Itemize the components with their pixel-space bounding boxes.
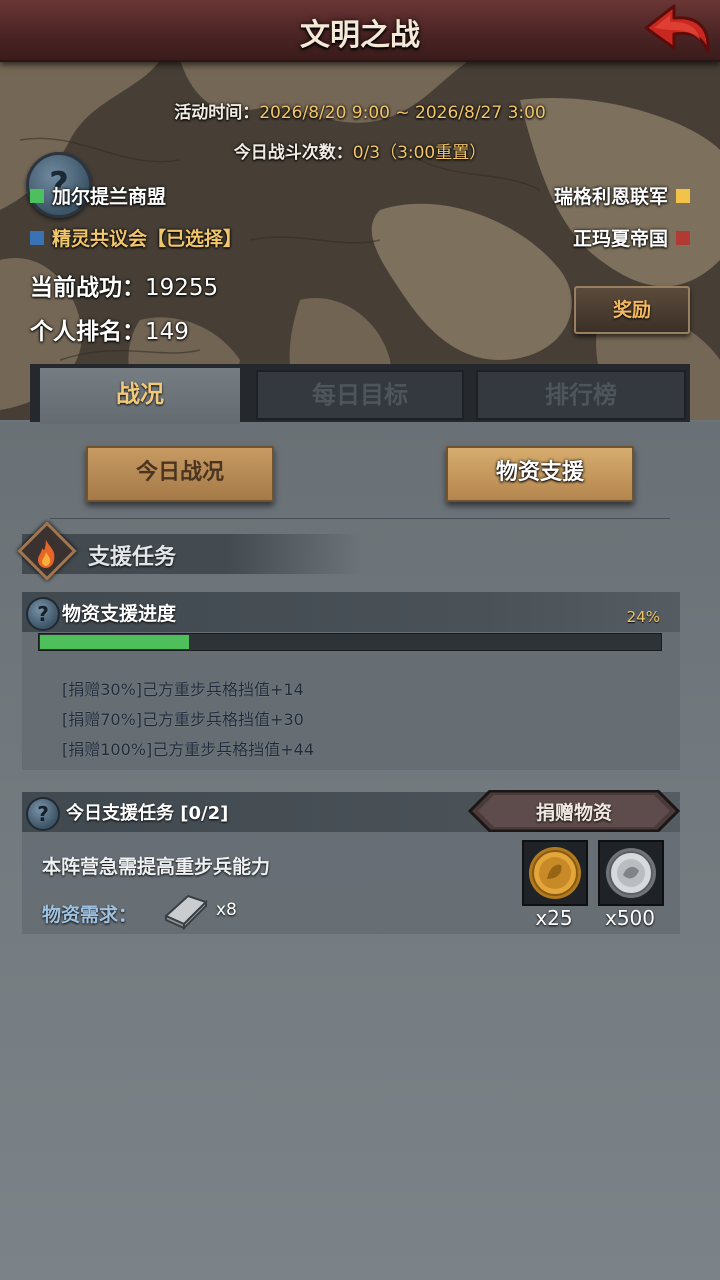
help-icon[interactable]: ? xyxy=(26,797,60,831)
donate-button[interactable]: 捐赠物资 xyxy=(468,790,680,832)
faction-regrien: 瑞格利恩联军 xyxy=(554,182,690,209)
donate-button-label: 捐赠物资 xyxy=(535,802,612,824)
personal-rank: 个人排名：149 xyxy=(30,312,189,346)
reward-item-gold[interactable] xyxy=(522,840,588,906)
current-merit: 当前战功：19255 xyxy=(30,268,218,302)
tab-daily-goals[interactable]: 每日目标 xyxy=(256,370,464,420)
daily-battles: 今日战斗次数：0/3（3:00重置） xyxy=(0,138,720,163)
back-arrow-icon xyxy=(644,4,710,54)
faction-color-swatch xyxy=(30,230,44,245)
daily-battles-value: 0/3（3:00重置） xyxy=(352,143,487,163)
progress-bar xyxy=(38,633,662,651)
merit-value: 19255 xyxy=(145,275,219,301)
progress-bar-fill xyxy=(40,635,189,649)
iron-ingot-icon xyxy=(164,894,208,930)
reward-qty: x500 xyxy=(604,906,655,930)
task-title-text: 今日支援任务 xyxy=(66,803,174,824)
faction-color-swatch xyxy=(30,188,44,203)
merit-label: 当前战功： xyxy=(30,275,145,301)
flame-icon xyxy=(38,540,55,568)
task-title: 今日支援任务 [0/2] xyxy=(66,799,228,825)
section-title: 支援任务 xyxy=(88,545,177,570)
content-area: 今日战况 物资支援 支援任务 ? 物资支援进度 24% [捐赠30%]己方重步兵… xyxy=(0,422,720,1280)
event-time-label: 活动时间： xyxy=(174,103,260,123)
today-battle-button[interactable]: 今日战况 xyxy=(86,446,274,502)
event-time-value: 2026/8/20 9:00 ~ 2026/8/27 3:00 xyxy=(259,103,546,123)
faction-galtiran: 加尔提兰商盟 xyxy=(30,182,166,209)
milestone-30: [捐赠30%]己方重步兵格挡值+14 xyxy=(62,680,304,699)
faction-name: 正玛夏帝国 xyxy=(572,228,668,250)
gold-medal-icon xyxy=(529,847,581,899)
back-button[interactable] xyxy=(640,2,714,58)
section-header: 支援任务 xyxy=(17,521,362,581)
daily-battles-label: 今日战斗次数： xyxy=(233,143,353,163)
main-tabs: 战况 每日目标 排行榜 xyxy=(30,364,690,424)
reward-button[interactable]: 奖励 xyxy=(574,286,690,334)
event-time: 活动时间：2026/8/20 9:00 ~ 2026/8/27 3:00 xyxy=(0,98,720,123)
milestone-70: [捐赠70%]己方重步兵格挡值+30 xyxy=(62,710,304,729)
help-icon[interactable]: ? xyxy=(26,597,60,631)
title-bar: 文明之战 xyxy=(0,0,720,62)
page-title: 文明之战 xyxy=(300,18,420,53)
faction-zhengmaxia: 正玛夏帝国 xyxy=(573,224,690,251)
supply-support-button[interactable]: 物资支援 xyxy=(446,446,634,502)
task-description: 本阵营急需提高重步兵能力 xyxy=(42,856,271,878)
divider xyxy=(50,518,670,519)
progress-title: 物资支援进度 xyxy=(62,603,177,625)
tab-battle-status[interactable]: 战况 xyxy=(40,368,240,424)
progress-percent: 24% xyxy=(626,608,660,626)
faction-name: 瑞格利恩联军 xyxy=(553,186,668,208)
material-need-label: 物资需求： xyxy=(42,904,138,926)
rank-value: 149 xyxy=(145,319,189,345)
faction-elf-council: 精灵共议会【已选择】 xyxy=(30,224,242,251)
daily-task-panel: ? 今日支援任务 [0/2] 捐赠物资 本阵营急需提高重步兵能力 物资需求： x… xyxy=(22,790,680,934)
rank-label: 个人排名： xyxy=(30,319,145,345)
material-need-qty: x8 xyxy=(216,900,237,920)
reward-item-silver[interactable] xyxy=(598,840,664,906)
faction-color-swatch xyxy=(676,230,690,245)
faction-color-swatch xyxy=(676,188,690,203)
reward-qty: x25 xyxy=(535,906,573,930)
task-count: [0/2] xyxy=(180,803,229,824)
tab-leaderboard[interactable]: 排行榜 xyxy=(476,370,686,420)
faction-name: 精灵共议会【已选择】 xyxy=(52,228,243,250)
faction-name: 加尔提兰商盟 xyxy=(52,186,167,208)
supply-progress-panel: ? 物资支援进度 24% [捐赠30%]己方重步兵格挡值+14 [捐赠70%]己… xyxy=(22,592,680,770)
milestone-100: [捐赠100%]己方重步兵格挡值+44 xyxy=(62,740,314,759)
silver-coin-icon xyxy=(606,848,656,898)
